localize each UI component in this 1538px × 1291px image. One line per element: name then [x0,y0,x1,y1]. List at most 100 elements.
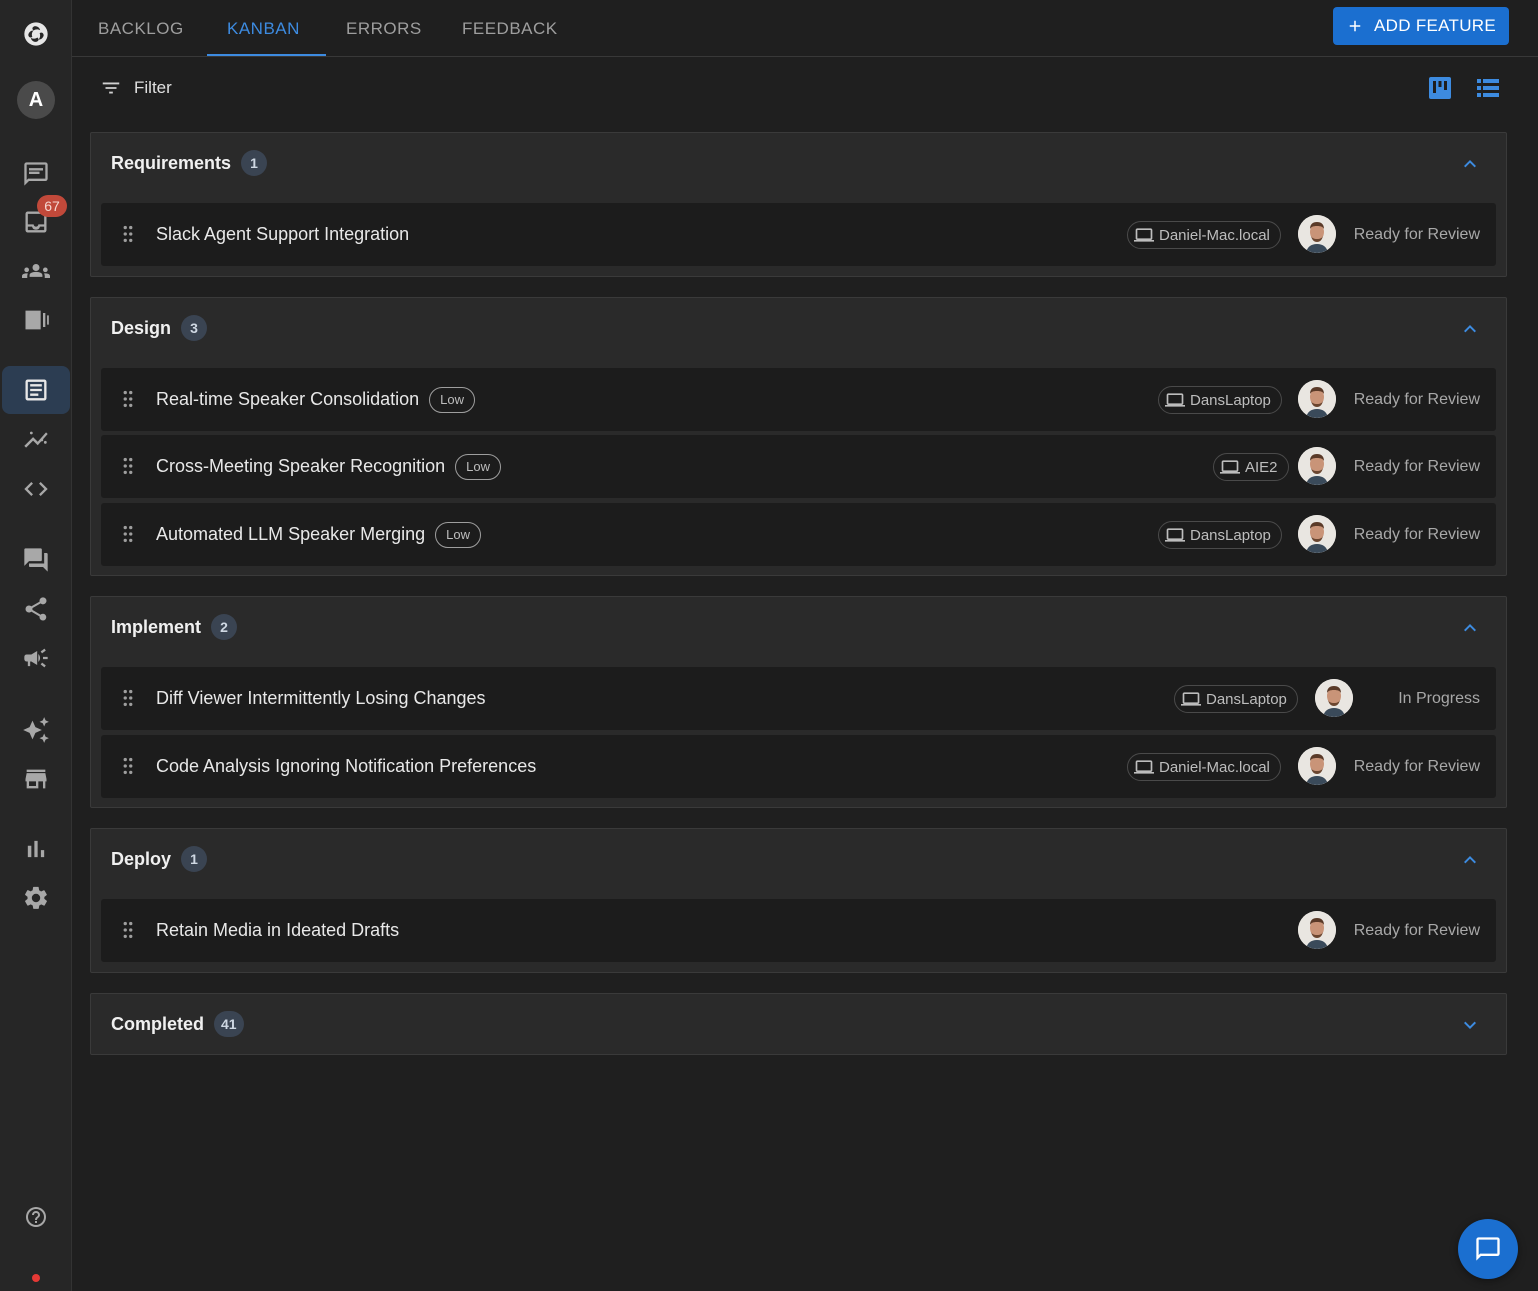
tab-kanban[interactable]: KANBAN [227,0,300,57]
priority-chip: Low [435,521,482,548]
connection-status-dot [32,1274,40,1282]
drag-handle-icon[interactable] [117,523,139,545]
sidebar: A 67 [0,0,72,1291]
help-icon[interactable] [0,1193,72,1241]
tab-backlog[interactable]: BACKLOG [98,0,184,57]
feature-card[interactable]: Cross-Meeting Speaker Recognition Low AI… [101,435,1496,498]
feature-card[interactable]: Diff Viewer Intermittently Losing Change… [101,667,1496,730]
section-count: 2 [211,614,238,640]
device-name: DansLaptop [1190,526,1271,544]
chat-bubble-icon [1476,1237,1500,1261]
feature-title: Slack Agent Support Integration [156,224,410,244]
add-feature-button[interactable]: ADD FEATURE [1333,7,1509,45]
chevron-down-icon[interactable] [1458,1013,1482,1037]
store-icon[interactable] [0,755,72,803]
section-count: 1 [181,846,208,872]
device-chip: Daniel-Mac.local [1127,753,1281,781]
assignee-avatar[interactable] [1298,447,1336,485]
assignee-avatar[interactable] [1298,515,1336,553]
section-deploy: Deploy 1 Retain Media in Ideated Drafts … [90,828,1507,973]
panels-icon[interactable] [0,296,72,344]
feature-card[interactable]: Retain Media in Ideated Drafts Ready for… [101,899,1496,962]
top-nav: BACKLOG KANBAN ERRORS FEEDBACK [72,0,1538,57]
feature-status: Ready for Review [1353,525,1480,543]
user-avatar[interactable]: A [0,76,72,124]
filter-icon [102,82,120,94]
assignee-avatar[interactable] [1315,679,1353,717]
drag-handle-icon[interactable] [117,455,139,477]
list-view-icon[interactable] [1476,76,1500,100]
settings-icon[interactable] [0,874,72,922]
section-header[interactable]: Requirements 1 [111,133,268,193]
chevron-up-icon[interactable] [1458,152,1482,176]
support-chat-button[interactable] [1458,1219,1518,1279]
drag-handle-icon[interactable] [117,755,139,777]
feature-title: Automated LLM Speaker Merging [156,524,426,544]
device-chip: DansLaptop [1174,685,1298,713]
drag-handle-icon[interactable] [117,388,139,410]
team-icon[interactable] [0,247,72,295]
device-chip: Daniel-Mac.local [1127,221,1281,249]
code-icon[interactable] [0,465,72,513]
device-name: Daniel-Mac.local [1159,226,1270,244]
laptop-icon [1134,760,1154,774]
tab-feedback[interactable]: FEEDBACK [462,0,558,57]
section-header[interactable]: Design 3 [111,298,208,358]
drag-handle-icon[interactable] [117,687,139,709]
section-title: Design [111,317,172,338]
kanban-icon[interactable] [0,366,72,414]
section-design: Design 3 Real-time Speaker Consolidation… [90,297,1507,576]
avatar-letter: A [17,81,55,119]
forum-icon[interactable] [0,536,72,584]
feature-status: Ready for Review [1353,921,1480,939]
section-completed: Completed 41 [90,993,1507,1055]
bar-chart-icon[interactable] [0,825,72,873]
section-title: Requirements [111,152,232,173]
device-name: DansLaptop [1206,690,1287,708]
section-requirements: Requirements 1 Slack Agent Support Integ… [90,132,1507,277]
device-name: DansLaptop [1190,391,1271,409]
laptop-icon [1165,393,1185,407]
section-count: 41 [214,1011,244,1037]
active-tab-indicator [207,54,326,56]
priority-chip: Low [455,453,502,480]
assignee-avatar[interactable] [1298,911,1336,949]
filter-button[interactable]: Filter [100,74,172,102]
section-header[interactable]: Deploy 1 [111,829,208,889]
laptop-icon [1181,692,1201,706]
feature-title: Cross-Meeting Speaker Recognition [156,456,446,476]
feature-card[interactable]: Slack Agent Support Integration Daniel-M… [101,203,1496,266]
assignee-avatar[interactable] [1298,380,1336,418]
device-chip: DansLaptop [1158,386,1282,414]
chat-icon[interactable] [0,150,72,198]
section-title: Deploy [111,848,172,869]
drag-handle-icon[interactable] [117,223,139,245]
megaphone-icon[interactable] [0,634,72,682]
feature-card[interactable]: Real-time Speaker Consolidation Low Dans… [101,368,1496,431]
drag-handle-icon[interactable] [117,919,139,941]
chevron-up-icon[interactable] [1458,317,1482,341]
kanban-view-icon[interactable] [1428,76,1452,100]
chevron-up-icon[interactable] [1458,848,1482,872]
feature-status: Ready for Review [1353,457,1480,475]
section-implement: Implement 2 Diff Viewer Intermittently L… [90,596,1507,808]
feature-status: Ready for Review [1353,225,1480,243]
priority-chip: Low [429,386,475,413]
feature-card[interactable]: Code Analysis Ignoring Notification Pref… [101,735,1496,798]
tab-errors[interactable]: ERRORS [346,0,422,57]
chevron-up-icon[interactable] [1458,616,1482,640]
share-icon[interactable] [0,585,72,633]
feature-card[interactable]: Automated LLM Speaker Merging Low DansLa… [101,503,1496,566]
laptop-icon [1165,528,1185,542]
device-name: AIE2 [1245,458,1278,476]
sparkles-icon[interactable] [0,706,72,754]
section-header[interactable]: Implement 2 [111,597,238,657]
assignee-avatar[interactable] [1298,747,1336,785]
device-name: Daniel-Mac.local [1159,758,1270,776]
laptop-icon [1134,228,1154,242]
analytics-icon[interactable] [0,416,72,464]
laptop-icon [1220,460,1240,474]
logo-icon[interactable] [0,10,72,58]
assignee-avatar[interactable] [1298,215,1336,253]
section-header[interactable]: Completed 41 [111,994,244,1054]
